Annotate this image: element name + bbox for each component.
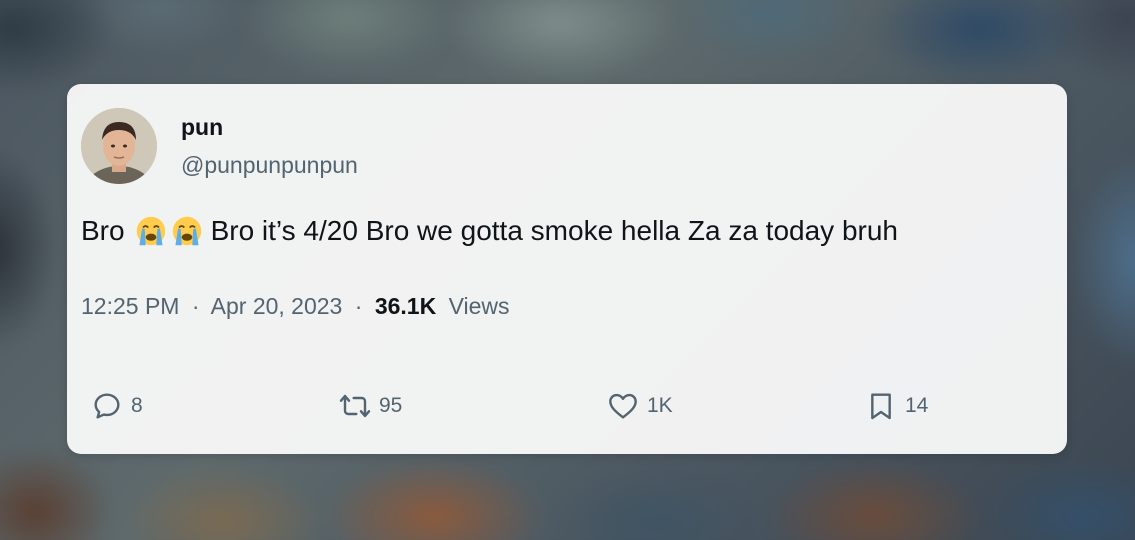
tweet-date[interactable]: Apr 20, 2023 — [211, 293, 343, 319]
divider — [81, 356, 1053, 357]
user-handle[interactable]: @punpunpunpun — [181, 152, 358, 179]
tweet-text-end: Bro it’s 4/20 Bro we gotta smoke hella Z… — [210, 215, 898, 246]
loudly-crying-face-icon — [172, 216, 201, 246]
views-label: Views — [448, 293, 510, 319]
tweet-meta: 12:25 PM · Apr 20, 2023 · 36.1K Views — [81, 293, 510, 320]
retweet-icon — [339, 394, 371, 418]
reply-button[interactable]: 8 — [91, 390, 143, 422]
views-count: 36.1K — [374, 293, 437, 319]
tweet-text: Bro Bro it’s 4/20 Bro we gotta smoke hel… — [81, 215, 898, 247]
tweet-time[interactable]: 12:25 PM — [81, 293, 179, 319]
retweet-button[interactable]: 95 — [339, 390, 402, 422]
reply-count: 8 — [131, 394, 143, 417]
heart-icon — [609, 393, 637, 419]
display-name[interactable]: pun — [181, 114, 223, 141]
meta-separator: · — [191, 293, 200, 319]
tweet-text-start: Bro — [81, 215, 125, 246]
emoji-group — [131, 215, 203, 247]
bookmark-button[interactable]: 14 — [865, 390, 928, 422]
reply-icon — [94, 393, 120, 419]
loudly-crying-face-icon — [136, 216, 165, 246]
avatar-portrait-icon — [81, 108, 157, 184]
tweet-card: pun @punpunpunpun Bro Bro it’s 4/20 Bro — [67, 84, 1067, 454]
avatar[interactable] — [81, 108, 157, 184]
retweet-count: 95 — [379, 394, 403, 417]
like-button[interactable]: 1K — [607, 390, 673, 422]
bookmark-count: 14 — [905, 394, 929, 417]
like-count: 1K — [647, 394, 673, 417]
meta-separator: · — [354, 293, 363, 319]
bookmark-icon — [871, 393, 891, 420]
